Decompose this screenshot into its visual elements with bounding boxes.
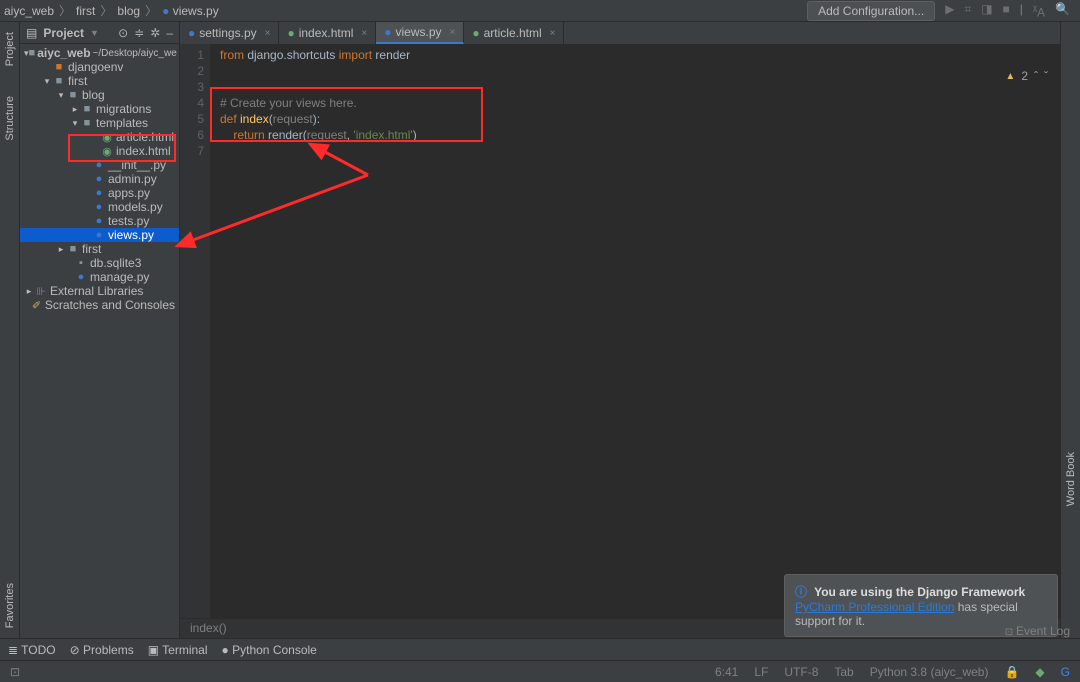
wordbook-toolwindow-tab[interactable]: Word Book — [1065, 452, 1077, 506]
tree-item[interactable]: ●admin.py — [20, 172, 179, 186]
tree-item[interactable]: ▸■migrations — [20, 102, 179, 116]
tree-root[interactable]: ▾■ aiyc_web ~/Desktop/aiyc_we — [20, 46, 179, 60]
tree-item[interactable]: ●views.py — [20, 228, 179, 242]
tree-item[interactable]: ▾■first — [20, 74, 179, 88]
google-icon[interactable]: G — [1061, 665, 1070, 679]
status-msg-icon[interactable]: ⊡ — [10, 665, 20, 679]
debug-icon[interactable]: ⌗ — [964, 2, 971, 19]
lock-icon[interactable]: 🔒 — [1004, 665, 1019, 679]
project-sidebar: ▤ Project ▼ ⊙ ≑ ✲ – ▾■ aiyc_web ~/Deskto… — [20, 22, 180, 638]
editor-tab[interactable]: ●views.py× — [376, 22, 464, 44]
bottom-toolbar: ≣ TODO ⊘ Problems ▣ Terminal ● Python Co… — [0, 638, 1080, 660]
add-configuration-button[interactable]: Add Configuration... — [807, 1, 935, 21]
tree-item[interactable]: ◉index.html — [20, 144, 179, 158]
tree-item[interactable]: ●apps.py — [20, 186, 179, 200]
crumb-file[interactable]: ● views.py — [158, 4, 223, 18]
editor[interactable]: 1234567 from django.shortcuts import ren… — [180, 44, 1060, 618]
tree-item[interactable]: ●models.py — [20, 200, 179, 214]
next-icon[interactable]: ˇ — [1044, 69, 1048, 83]
django-icon[interactable]: ◆ — [1035, 665, 1044, 679]
search-icon[interactable]: 🔍 — [1055, 2, 1070, 19]
cursor-position[interactable]: 6:41 — [715, 665, 738, 679]
pyconsole-tool[interactable]: ● Python Console — [222, 643, 317, 657]
project-view-dropdown-icon[interactable]: ▼ — [90, 28, 99, 38]
crumb-folder-1[interactable]: first — [72, 4, 99, 18]
status-bar: ⊡ 6:41 LF UTF-8 Tab Python 3.8 (aiyc_web… — [0, 660, 1080, 682]
left-gutter: Project Structure Favorites — [0, 22, 20, 638]
crumb-sep-icon: 〉 — [99, 2, 113, 19]
indent[interactable]: Tab — [834, 665, 853, 679]
project-toolwindow-tab[interactable]: Project — [4, 32, 16, 66]
expand-icon[interactable]: ≑ — [134, 26, 144, 40]
sidebar-header: ▤ Project ▼ ⊙ ≑ ✲ – — [20, 22, 179, 44]
top-toolbar: aiyc_web 〉 first 〉 blog 〉 ● views.py Add… — [0, 0, 1080, 22]
translate-icon[interactable]: ᵡA — [1033, 2, 1045, 19]
gear-icon[interactable]: ✲ — [150, 26, 160, 40]
coverage-icon[interactable]: ◨ — [981, 2, 992, 19]
tree-item[interactable]: ▸■first — [20, 242, 179, 256]
crumb-sep-icon: 〉 — [144, 2, 158, 19]
tree-item[interactable]: ●__init__.py — [20, 158, 179, 172]
tree-scratches[interactable]: ✐ Scratches and Consoles — [20, 298, 179, 312]
editor-tabbar: ●settings.py×●index.html×●views.py×●arti… — [180, 22, 1060, 44]
stop-icon[interactable]: ■ — [1003, 2, 1010, 19]
crumb-project[interactable]: aiyc_web — [0, 4, 58, 18]
tree-item[interactable]: ■djangoenv — [20, 60, 179, 74]
tree-item[interactable]: ●tests.py — [20, 214, 179, 228]
notification-link[interactable]: PyCharm Professional Edition — [795, 600, 954, 614]
todo-tool[interactable]: ≣ TODO — [8, 643, 56, 657]
crumb-folder-2[interactable]: blog — [113, 4, 144, 18]
tree-external-libs[interactable]: ▸⊪ External Libraries — [20, 284, 179, 298]
close-icon[interactable]: × — [265, 28, 271, 39]
warning-icon: ▲ — [1005, 71, 1015, 82]
terminal-tool[interactable]: ▣ Terminal — [148, 643, 208, 657]
line-gutter: 1234567 — [180, 44, 210, 618]
editor-tab[interactable]: ●settings.py× — [180, 22, 279, 44]
notification-title: You are using the Django Framework — [814, 585, 1025, 599]
project-tree[interactable]: ▾■ aiyc_web ~/Desktop/aiyc_we ■djangoenv… — [20, 44, 179, 314]
editor-tab[interactable]: ●index.html× — [279, 22, 376, 44]
run-toolbar: ▶ ⌗ ◨ ■ | ᵡA 🔍 — [935, 2, 1080, 19]
project-tool-icon: ▤ — [26, 26, 37, 40]
close-icon[interactable]: × — [361, 28, 367, 39]
right-gutter: Word Book — [1060, 22, 1080, 638]
favorites-toolwindow-tab[interactable]: Favorites — [4, 583, 16, 628]
sidebar-title: Project — [43, 26, 84, 40]
close-icon[interactable]: × — [450, 27, 456, 38]
info-icon: ⓘ — [795, 585, 807, 599]
line-sep[interactable]: LF — [754, 665, 768, 679]
tree-item[interactable]: ▾■templates — [20, 116, 179, 130]
tree-item[interactable]: ▪db.sqlite3 — [20, 256, 179, 270]
editor-tab[interactable]: ●article.html× — [464, 22, 564, 44]
code-content[interactable]: from django.shortcuts import render # Cr… — [210, 44, 1060, 618]
crumb-sep-icon: 〉 — [58, 2, 72, 19]
inspection-widget[interactable]: ▲ 2 ˆ ˇ — [1005, 69, 1048, 83]
prev-icon[interactable]: ˆ — [1034, 69, 1038, 83]
editor-area: ●settings.py×●index.html×●views.py×●arti… — [180, 22, 1060, 638]
inspection-count: 2 — [1021, 69, 1028, 83]
interpreter[interactable]: Python 3.8 (aiyc_web) — [870, 665, 989, 679]
event-log-tool[interactable]: ⊡ Event Log — [1005, 624, 1070, 638]
problems-tool[interactable]: ⊘ Problems — [70, 643, 134, 657]
close-icon[interactable]: × — [550, 28, 556, 39]
structure-toolwindow-tab[interactable]: Structure — [4, 96, 16, 141]
encoding[interactable]: UTF-8 — [784, 665, 818, 679]
target-icon[interactable]: ⊙ — [118, 26, 128, 40]
run-icon[interactable]: ▶ — [945, 2, 954, 19]
hide-icon[interactable]: – — [166, 26, 173, 40]
tree-item[interactable]: ▾■blog — [20, 88, 179, 102]
tree-item[interactable]: ●manage.py — [20, 270, 179, 284]
tree-item[interactable]: ◉article.html — [20, 130, 179, 144]
